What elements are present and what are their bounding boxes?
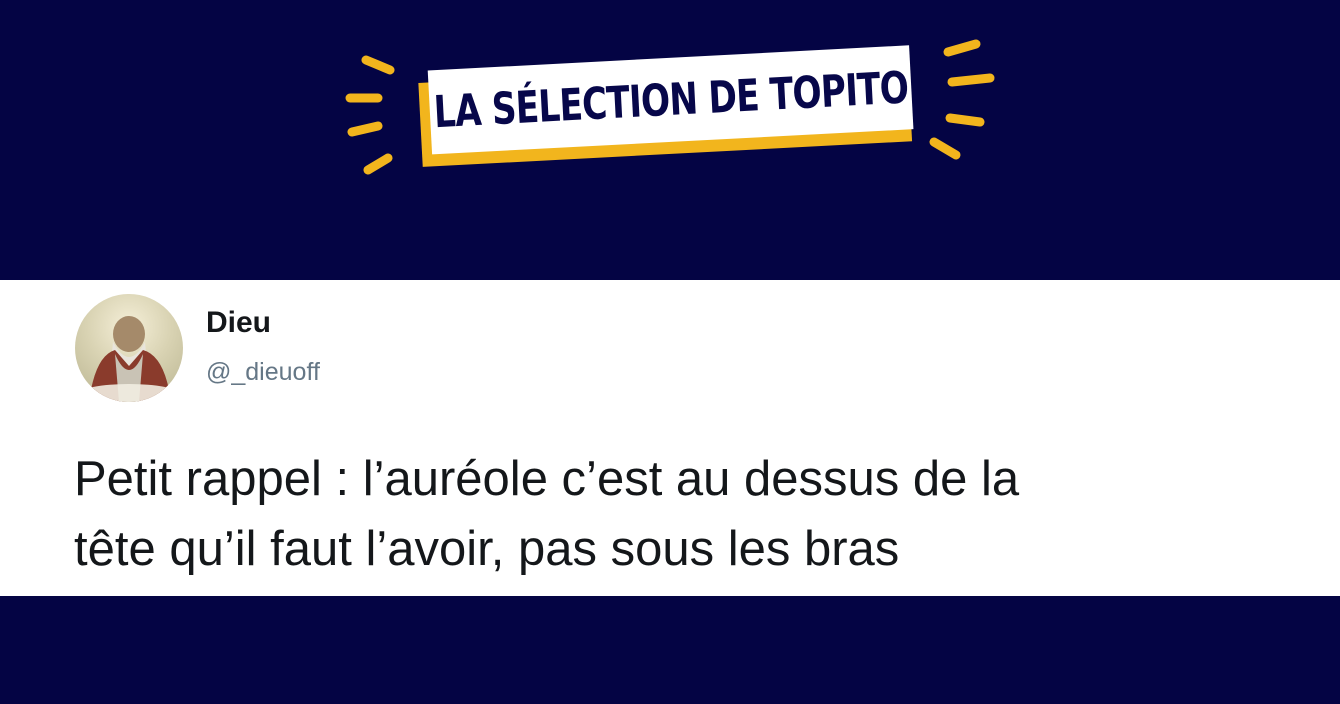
header-banner: LA SÉLECTION DE TOPITO: [0, 0, 1340, 280]
ray-left-3: [347, 121, 383, 137]
avatar[interactable]: [75, 294, 183, 402]
author-handle[interactable]: @_dieuoff: [206, 358, 320, 387]
tweet-text-line: Petit rappel : l’auréole c’est au dessus…: [74, 452, 1020, 506]
avatar-image: [79, 316, 179, 402]
tweet-text: Petit rappel : l’auréole c’est au dessus…: [74, 444, 1294, 584]
author-name[interactable]: Dieu: [206, 306, 271, 340]
ray-left-4: [363, 153, 393, 175]
tweet-card: Dieu @_dieuoff Petit rappel : l’auréole …: [0, 280, 1340, 596]
tweet-text-line: tête qu’il faut l’avoir, pas sous les br…: [74, 522, 900, 576]
ray-left-1: [361, 55, 395, 75]
banner-title: LA SÉLECTION DE TOPITO: [432, 61, 910, 138]
ray-right-3: [945, 113, 985, 127]
ray-right-4: [929, 137, 961, 160]
ray-right-1: [943, 39, 981, 57]
ray-right-2: [947, 73, 995, 87]
